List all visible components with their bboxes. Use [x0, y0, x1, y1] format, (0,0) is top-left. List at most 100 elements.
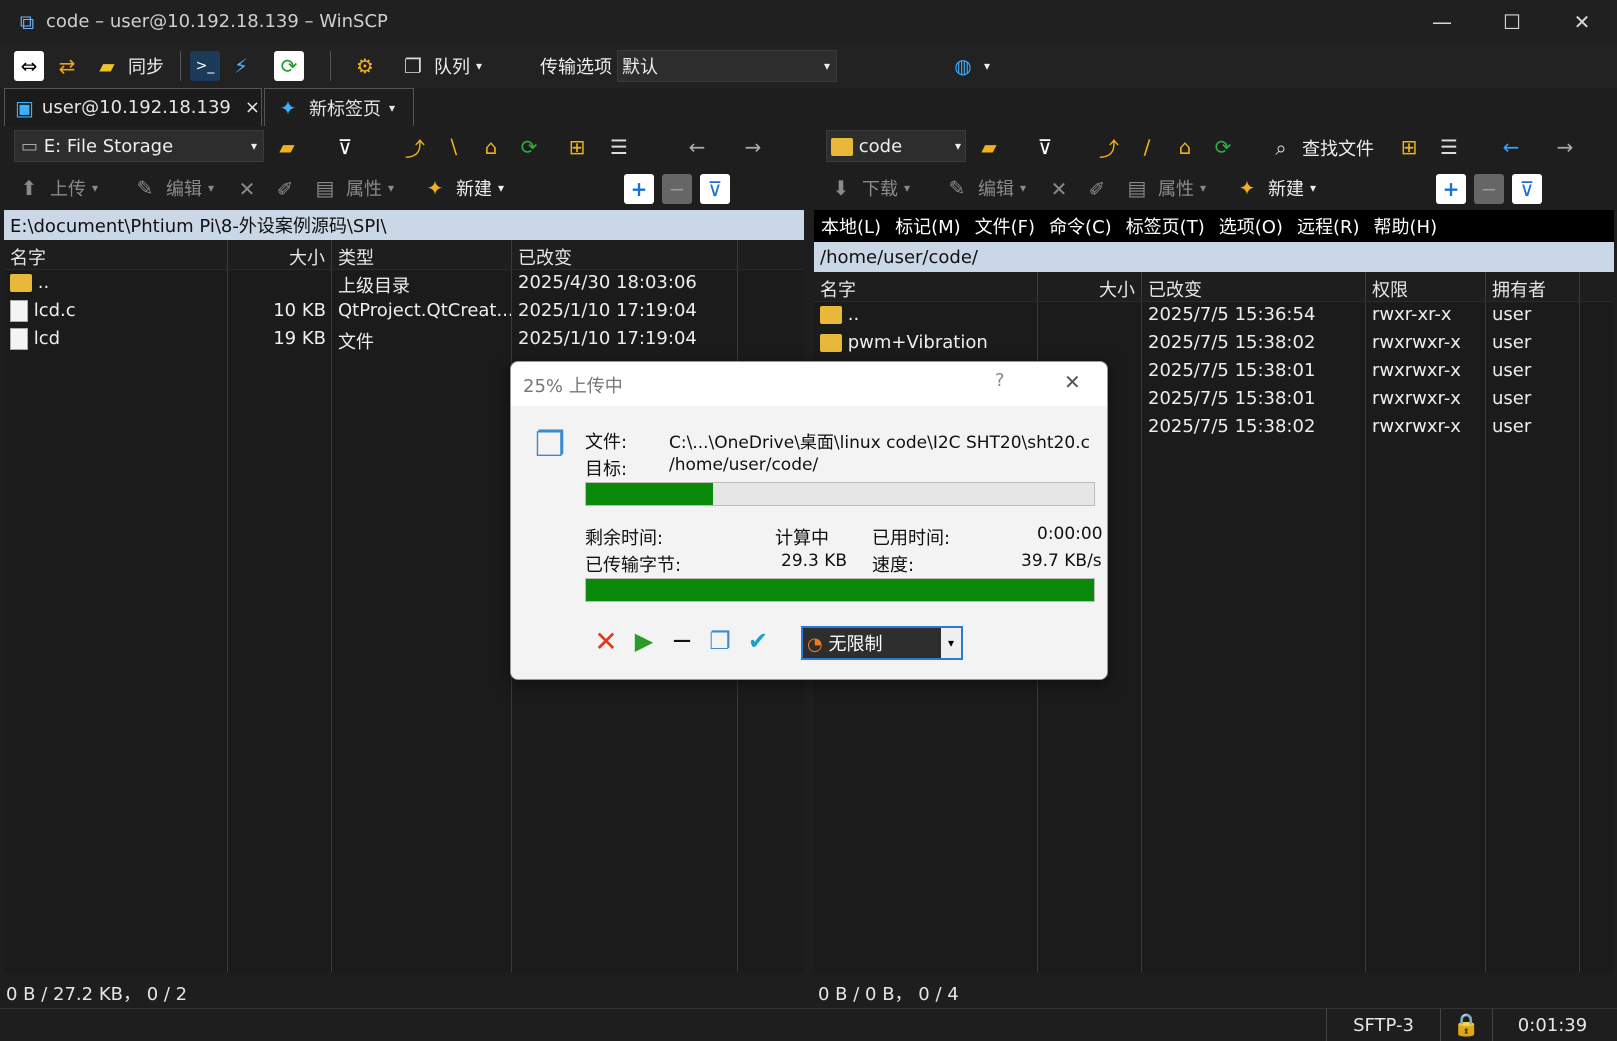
back-arrow-icon[interactable]: ←	[1496, 132, 1526, 162]
forward-arrow-icon[interactable]: →	[738, 132, 768, 162]
table-row[interactable]: .. 2025/7/5 15:36:54 rwxr-xr-x user	[814, 302, 1614, 330]
col-owner[interactable]: 拥有者	[1486, 272, 1580, 301]
session-tab-bar: ▣ user@10.192.18.139 × ✦ 新标签页 ▾	[0, 88, 1617, 126]
menu-options[interactable]: 选项(O)	[1212, 213, 1290, 239]
cancel-transfer-icon[interactable]: ✕	[591, 625, 621, 658]
menu-remote[interactable]: 远程(R)	[1290, 213, 1367, 239]
queue-button[interactable]: ❐ 队列 ▾	[398, 48, 482, 84]
refresh-icon[interactable]: ⟳	[1208, 132, 1238, 162]
row-changed: 2025/7/5 15:38:01	[1148, 388, 1316, 409]
network-button[interactable]: ◍ ▾	[948, 48, 990, 84]
table-row[interactable]: pwm+Vibration 2025/7/5 15:38:02 rwxrwxr-…	[814, 330, 1614, 358]
home-icon[interactable]: ⌂	[476, 132, 506, 162]
chevron-down-icon: ▾	[1310, 181, 1317, 195]
col-type[interactable]: 类型	[332, 240, 512, 269]
refresh-sync-icon: ⟳	[274, 51, 304, 81]
row-changed: 2025/7/5 15:38:02	[1148, 332, 1316, 353]
speed-limit-select[interactable]: ◔ 无限制 ▾	[801, 626, 963, 660]
preferences-button[interactable]: ⚙	[350, 48, 380, 84]
tree-icon[interactable]: ⊞	[1394, 132, 1424, 162]
delete-icon[interactable]: ✕	[1044, 174, 1074, 204]
menu-tabs[interactable]: 标签页(T)	[1119, 213, 1212, 239]
right-folder-select[interactable]: code ▾	[826, 130, 966, 162]
menu-help[interactable]: 帮助(H)	[1367, 213, 1445, 239]
open-folder-icon[interactable]: ▰	[974, 132, 1004, 162]
menu-command[interactable]: 命令(C)	[1042, 213, 1119, 239]
find-files-button[interactable]: ⌕ 查找文件	[1266, 130, 1374, 166]
parent-dir-icon[interactable]: ⤴	[1094, 132, 1124, 162]
left-properties-button[interactable]: ▤ 属性 ▾	[310, 170, 394, 206]
back-arrow-icon[interactable]: ←	[682, 132, 712, 162]
left-edit-button[interactable]: ✎ 编辑 ▾	[130, 170, 214, 206]
refresh-icon[interactable]: ⟳	[514, 132, 544, 162]
minimize-dialog-icon[interactable]: −	[667, 626, 697, 656]
select-minus-icon[interactable]: −	[1474, 174, 1504, 204]
col-size[interactable]: 大小	[228, 240, 332, 269]
move-to-queue-icon[interactable]: ❐	[705, 626, 735, 656]
console-button[interactable]: >_	[190, 48, 220, 84]
menu-local[interactable]: 本地(L)	[814, 213, 888, 239]
column-divider	[227, 270, 228, 972]
table-row[interactable]: lcd.c 10 KB QtProject.QtCreat... 2025/1/…	[4, 298, 804, 326]
compare-dirs-button[interactable]: ⇔	[14, 48, 44, 84]
table-row[interactable]: lcd 19 KB 文件 2025/1/10 17:19:04	[4, 326, 804, 354]
delete-icon[interactable]: ✕	[232, 174, 262, 204]
target-value: /home/user/code/	[669, 455, 819, 475]
right-properties-button[interactable]: ▤ 属性 ▾	[1122, 170, 1206, 206]
right-edit-button[interactable]: ✎ 编辑 ▾	[942, 170, 1026, 206]
help-button[interactable]: ?	[995, 370, 1005, 391]
upload-button[interactable]: ⬆ 上传 ▾	[14, 170, 98, 206]
col-name[interactable]: 名字	[814, 272, 1038, 301]
putty-button[interactable]: ⚡	[226, 48, 256, 84]
col-changed[interactable]: 已改变	[512, 240, 738, 269]
select-minus-icon[interactable]: −	[662, 174, 692, 204]
download-icon: ⬇	[832, 176, 850, 200]
left-path-bar[interactable]: E:\document\Phtium Pi\8-外设案例源码\SPI\	[4, 210, 804, 240]
menu-file[interactable]: 文件(F)	[968, 213, 1042, 239]
menu-mark[interactable]: 标记(M)	[888, 213, 968, 239]
left-drive-select[interactable]: ▭ E: File Storage ▾	[14, 130, 264, 162]
synchronize-button[interactable]: ⟳	[274, 48, 304, 84]
sync-button[interactable]: ▰ 同步	[92, 48, 164, 84]
open-folder-icon[interactable]: ▰	[272, 132, 302, 162]
select-plus-icon[interactable]: +	[624, 174, 654, 204]
view-icon[interactable]: ☰	[604, 132, 634, 162]
rename-icon[interactable]: ✐	[270, 174, 300, 204]
filter-icon[interactable]: ⊽	[330, 132, 360, 162]
minimize-button[interactable]: —	[1407, 0, 1477, 44]
transfer-options-select[interactable]: 默认 ▾	[617, 50, 837, 82]
col-permissions[interactable]: 权限	[1366, 272, 1486, 301]
left-new-button[interactable]: ✦ 新建 ▾	[420, 170, 504, 206]
tab-new[interactable]: ✦ 新标签页 ▾	[264, 88, 414, 126]
select-filter-icon[interactable]: ⊽	[1512, 174, 1542, 204]
col-changed[interactable]: 已改变	[1142, 272, 1366, 301]
select-plus-icon[interactable]: +	[1436, 174, 1466, 204]
sync-browse-button[interactable]: ⇄	[52, 48, 82, 84]
right-new-button[interactable]: ✦ 新建 ▾	[1232, 170, 1316, 206]
session-time: 0:01:39	[1492, 1009, 1612, 1041]
close-window-button[interactable]: ✕	[1547, 0, 1617, 44]
tree-icon[interactable]: ⊞	[562, 132, 592, 162]
maximize-button[interactable]: ☐	[1477, 0, 1547, 44]
filter-icon[interactable]: ⊽	[1030, 132, 1060, 162]
tab-session[interactable]: ▣ user@10.192.18.139 ×	[4, 88, 262, 126]
close-dialog-button[interactable]: ✕	[1064, 370, 1081, 394]
download-button[interactable]: ⬇ 下载 ▾	[826, 170, 910, 206]
col-size[interactable]: 大小	[1038, 272, 1142, 301]
root-dir-icon[interactable]: ∖	[438, 132, 468, 162]
tab-close-button[interactable]: ×	[245, 97, 260, 118]
skip-file-icon[interactable]: ▶	[629, 626, 659, 656]
select-filter-icon[interactable]: ⊽	[700, 174, 730, 204]
view-icon[interactable]: ☰	[1434, 132, 1464, 162]
once-done-icon[interactable]: ✔	[743, 626, 773, 656]
col-name[interactable]: 名字	[4, 240, 228, 269]
rename-icon[interactable]: ✐	[1082, 174, 1112, 204]
root-dir-icon[interactable]: ∕	[1132, 132, 1162, 162]
parent-dir-icon[interactable]: ⤴	[400, 132, 430, 162]
home-icon[interactable]: ⌂	[1170, 132, 1200, 162]
forward-arrow-icon[interactable]: →	[1550, 132, 1580, 162]
table-row[interactable]: .. 上级目录 2025/4/30 18:03:06	[4, 270, 804, 298]
transfer-options-label: 传输选项	[540, 57, 612, 78]
right-path-bar[interactable]: /home/user/code/	[814, 242, 1614, 272]
bottom-status-bar: SFTP-3 🔒 0:01:39	[0, 1008, 1617, 1041]
